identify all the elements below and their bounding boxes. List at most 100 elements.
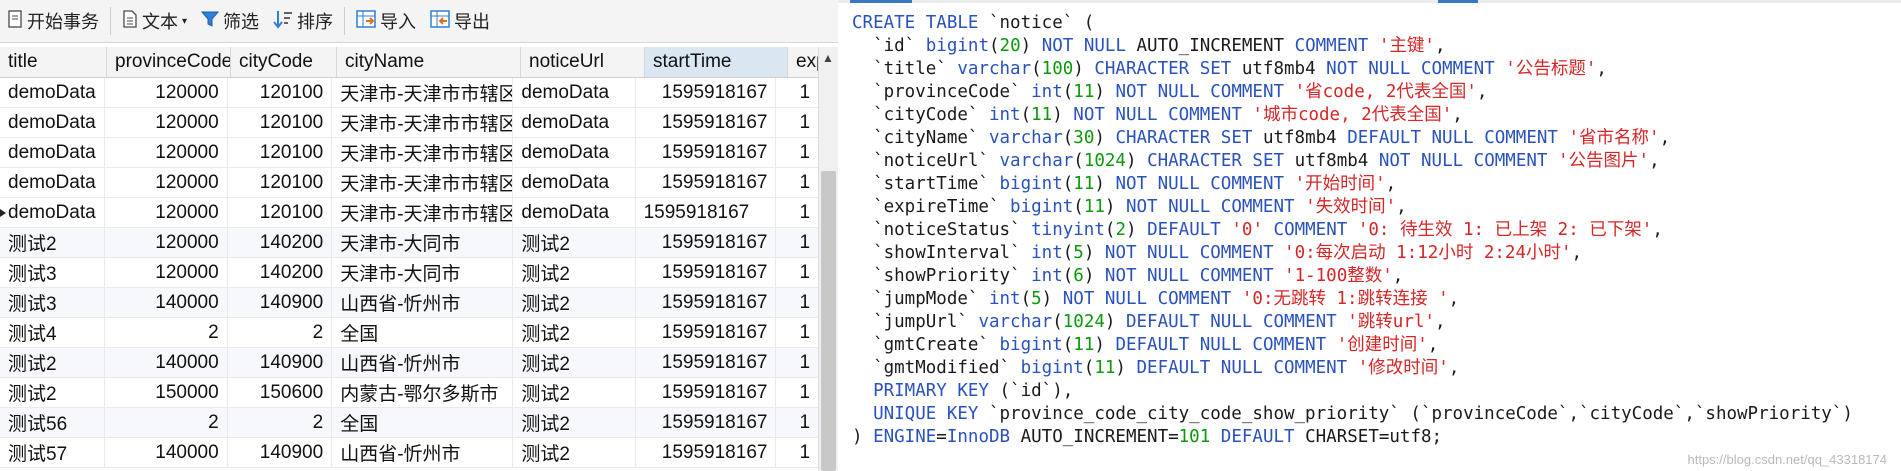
cell-provincecode[interactable]: 2	[105, 318, 228, 347]
cell-citycode[interactable]: 140900	[228, 348, 333, 377]
cell-starttime[interactable]: 1595918167	[636, 438, 777, 467]
cell-expiretime[interactable]: 1	[776, 288, 818, 317]
cell-expiretime[interactable]: 1	[776, 228, 818, 257]
cell-cityname[interactable]: 山西省-忻州市	[332, 288, 514, 317]
cell-noticeurl[interactable]: demoData	[513, 168, 636, 197]
cell-expiretime[interactable]: 1	[776, 168, 818, 197]
cell-starttime[interactable]: 1595918167	[636, 138, 777, 167]
cell-expiretime[interactable]: 1	[776, 438, 818, 467]
cell-provincecode[interactable]: 120000	[105, 168, 228, 197]
cell-noticeurl[interactable]: demoData	[513, 138, 636, 167]
cell-title[interactable]: 测试3	[0, 258, 106, 287]
cell-noticeurl[interactable]: demoData	[513, 108, 636, 137]
table-row[interactable]: 测试56 2 2 全国 测试2 1595918167 1	[0, 408, 818, 438]
cell-cityname[interactable]: 天津市-天津市市辖区	[332, 138, 514, 167]
cell-citycode[interactable]: 2	[228, 408, 333, 437]
cell-title[interactable]: 测试4	[0, 318, 106, 347]
cell-citycode[interactable]: 120100	[228, 138, 333, 167]
cell-starttime[interactable]: 1595918167	[636, 318, 777, 347]
cell-citycode[interactable]: 2	[228, 318, 333, 347]
cell-title[interactable]: demoData	[0, 108, 106, 137]
cell-cityname[interactable]: 天津市-天津市市辖区	[332, 108, 514, 137]
cell-noticeurl[interactable]: demoData	[513, 198, 636, 227]
cell-title[interactable]: demoData	[0, 168, 106, 197]
cell-provincecode[interactable]: 140000	[105, 348, 228, 377]
cell-noticeurl[interactable]: 测试2	[513, 258, 636, 287]
cell-citycode[interactable]: 120100	[228, 108, 333, 137]
cell-provincecode[interactable]: 120000	[105, 108, 228, 137]
column-header-title[interactable]: title	[0, 47, 107, 77]
cell-expiretime[interactable]: 1	[776, 318, 818, 347]
cell-cityname[interactable]: 天津市-天津市市辖区	[332, 168, 514, 197]
cell-cityname[interactable]: 山西省-忻州市	[332, 348, 514, 377]
cell-title[interactable]: 测试2	[0, 378, 106, 407]
table-row[interactable]: 测试3 140000 140900 山西省-忻州市 测试2 1595918167 1	[0, 288, 818, 318]
cell-cityname[interactable]: 天津市-大同市	[332, 258, 514, 287]
cell-provincecode[interactable]: 140000	[105, 438, 228, 467]
table-row[interactable]: 测试2 140000 140900 山西省-忻州市 测试2 1595918167 1	[0, 348, 818, 378]
text-button[interactable]: 文本 ▾	[115, 0, 194, 42]
cell-provincecode[interactable]: 120000	[105, 138, 228, 167]
cell-noticeurl[interactable]: 测试2	[513, 438, 636, 467]
cell-citycode[interactable]: 140200	[228, 228, 333, 257]
begin-transaction-button[interactable]: 开始事务	[0, 0, 106, 42]
scroll-up-icon[interactable]: ▲	[819, 51, 837, 65]
cell-cityname[interactable]: 全国	[332, 318, 514, 347]
cell-citycode[interactable]: 120100	[228, 168, 333, 197]
cell-cityname[interactable]: 内蒙古-鄂尔多斯市	[332, 378, 514, 407]
cell-noticeurl[interactable]: 测试2	[513, 288, 636, 317]
cell-expiretime[interactable]: 1	[776, 378, 818, 407]
cell-expiretime[interactable]: 1	[776, 108, 818, 137]
cell-expiretime[interactable]: 1	[776, 408, 818, 437]
cell-provincecode[interactable]: 120000	[105, 228, 228, 257]
table-row[interactable]: 测试2 120000 140200 天津市-大同市 测试2 1595918167 1	[0, 228, 818, 258]
cell-starttime[interactable]: 1595918167	[636, 228, 777, 257]
cell-title[interactable]: 测试56	[0, 408, 106, 437]
cell-citycode[interactable]: 140900	[228, 288, 333, 317]
cell-provincecode[interactable]: 140000	[105, 288, 228, 317]
cell-starttime[interactable]: 1595918167	[636, 348, 777, 377]
cell-provincecode[interactable]: 120000	[105, 258, 228, 287]
cell-citycode[interactable]: 120100	[228, 78, 333, 107]
cell-noticeurl[interactable]: 测试2	[513, 228, 636, 257]
cell-noticeurl[interactable]: 测试2	[513, 348, 636, 377]
cell-citycode[interactable]: 120100	[228, 198, 333, 227]
cell-starttime[interactable]: 1595918167	[636, 108, 777, 137]
cell-provincecode[interactable]: 150000	[105, 378, 228, 407]
filter-button[interactable]: 筛选	[194, 0, 266, 42]
cell-cityname[interactable]: 天津市-大同市	[332, 228, 514, 257]
cell-provincecode[interactable]: 2	[105, 408, 228, 437]
cell-starttime[interactable]: 1595918167	[636, 258, 777, 287]
table-row[interactable]: 测试4 2 2 全国 测试2 1595918167 1	[0, 318, 818, 348]
column-header-noticeurl[interactable]: noticeUrl	[521, 47, 645, 77]
cell-title[interactable]: demoData	[0, 198, 106, 227]
cell-cityname[interactable]: 天津市-天津市市辖区	[332, 78, 514, 107]
cell-provincecode[interactable]: 120000	[105, 78, 228, 107]
table-row[interactable]: demoData 120000 120100 天津市-天津市市辖区 demoData 15…	[0, 108, 818, 138]
cell-starttime[interactable]: 1595918167	[636, 78, 777, 107]
cell-noticeurl[interactable]: demoData	[513, 78, 636, 107]
cell-noticeurl[interactable]: 测试2	[513, 408, 636, 437]
cell-starttime[interactable]: 1595918167	[636, 168, 777, 197]
cell-title[interactable]: demoData	[0, 78, 106, 107]
cell-starttime[interactable]: 1595918167	[636, 198, 777, 227]
cell-starttime[interactable]: 1595918167	[636, 408, 777, 437]
cell-expiretime[interactable]: 1	[776, 348, 818, 377]
cell-citycode[interactable]: 150600	[228, 378, 333, 407]
column-header-starttime[interactable]: startTime	[645, 47, 788, 77]
cell-expiretime[interactable]: 1	[776, 138, 818, 167]
cell-noticeurl[interactable]: 测试2	[513, 318, 636, 347]
cell-citycode[interactable]: 140200	[228, 258, 333, 287]
sql-code-block[interactable]: CREATE TABLE `notice` ( `id` bigint(20) …	[852, 12, 1853, 449]
table-row[interactable]: demoData 120000 120100 天津市-天津市市辖区 demoData 15…	[0, 138, 818, 168]
cell-expiretime[interactable]: 1	[776, 198, 818, 227]
cell-title[interactable]: demoData	[0, 138, 106, 167]
table-row[interactable]: 测试2 150000 150600 内蒙古-鄂尔多斯市 测试2 1595918167 1	[0, 378, 818, 408]
cell-expiretime[interactable]: 1	[776, 78, 818, 107]
cell-title[interactable]: 测试57	[0, 438, 106, 467]
cell-title[interactable]: 测试2	[0, 348, 106, 377]
cell-starttime[interactable]: 1595918167	[636, 288, 777, 317]
cell-provincecode[interactable]: 120000	[105, 198, 228, 227]
table-row[interactable]: 测试57 140000 140900 山西省-忻州市 测试2 1595918167 1	[0, 438, 818, 468]
table-row[interactable]: demoData 120000 120100 天津市-天津市市辖区 demoData 15…	[0, 168, 818, 198]
